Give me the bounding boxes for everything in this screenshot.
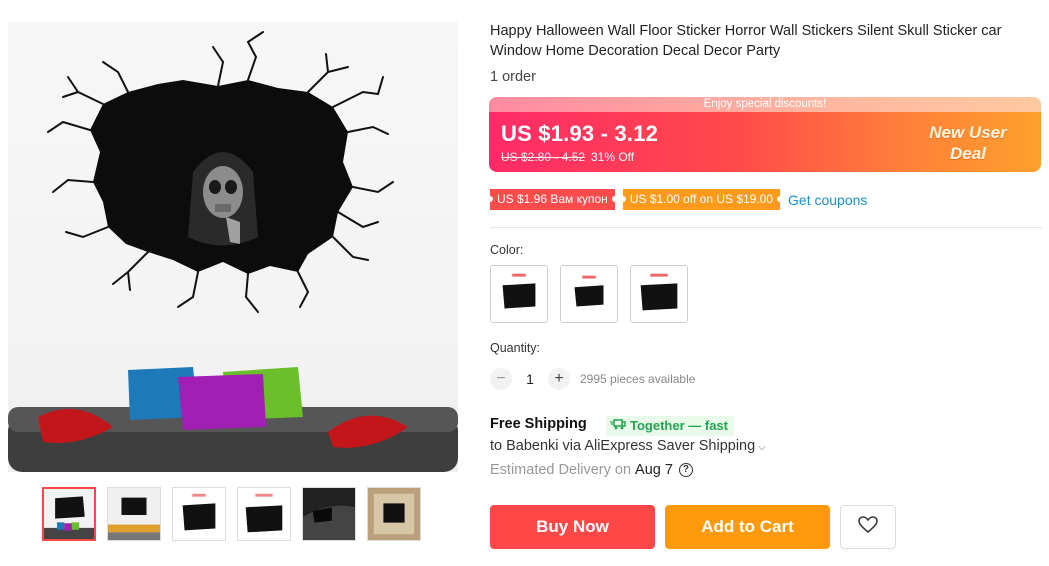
thumbnail-5[interactable]: [302, 487, 356, 541]
thumbnail-4[interactable]: [237, 487, 291, 541]
thumbnail-3[interactable]: [172, 487, 226, 541]
banner-discount-text: Enjoy special discounts!: [489, 97, 1041, 112]
together-fast-label: Together — fast: [630, 418, 728, 433]
main-product-image[interactable]: [8, 22, 458, 472]
color-label: Color:: [490, 243, 524, 257]
quantity-label: Quantity:: [490, 341, 541, 355]
thumbnail-6[interactable]: [367, 487, 421, 541]
get-coupons-link[interactable]: Get coupons: [788, 192, 867, 208]
together-fast-badge: Together — fast: [606, 416, 734, 436]
delivery-label: Estimated Delivery on: [490, 462, 632, 478]
free-shipping-title: Free Shipping: [490, 416, 587, 432]
pieces-available: 2995 pieces available: [580, 372, 696, 386]
section-divider: [490, 227, 1042, 228]
discount-percent: 31% Off: [591, 150, 635, 164]
question-icon[interactable]: ?: [678, 463, 693, 477]
thumbnail-strip: [42, 487, 421, 541]
order-count: 1 order: [490, 69, 536, 85]
current-price: US $1.93 - 3.12: [501, 121, 659, 146]
original-price: US $2.80 - 4.52: [501, 150, 586, 164]
color-option-3[interactable]: [630, 265, 688, 323]
quantity-stepper: − 1 + 2995 pieces available: [490, 368, 695, 390]
quantity-decrease-button[interactable]: −: [490, 368, 512, 390]
coupon-row: US $1.96 Вам купон US $1.00 off on US $1…: [487, 189, 867, 210]
wishlist-button[interactable]: [840, 505, 896, 549]
quantity-value[interactable]: 1: [512, 371, 548, 387]
quantity-increase-button[interactable]: +: [548, 368, 570, 390]
add-to-cart-button[interactable]: Add to Cart: [665, 505, 830, 549]
store-coupon[interactable]: US $1.96 Вам купон: [487, 189, 618, 210]
price-banner: Enjoy special discounts! US $1.93 - 3.12…: [489, 97, 1041, 172]
select-coupon[interactable]: US $1.00 off on US $19.00: [619, 189, 784, 210]
color-option-2[interactable]: [560, 265, 618, 323]
delivery-date: Aug 7: [635, 462, 673, 478]
color-option-1[interactable]: [490, 265, 548, 323]
thumbnail-1[interactable]: [42, 487, 96, 541]
buy-now-button[interactable]: Buy Now: [490, 505, 655, 549]
shipping-method[interactable]: to Babenki via AliExpress Saver Shipping…: [490, 438, 766, 454]
chevron-down-icon: ⌵: [758, 442, 766, 453]
shipping-method-text: to Babenki via AliExpress Saver Shipping: [490, 438, 756, 454]
new-user-deal-badge: New User Deal: [929, 123, 1007, 163]
truck-icon: [610, 416, 626, 436]
estimated-delivery: Estimated Delivery on Aug 7 ?: [490, 462, 693, 478]
thumbnail-2[interactable]: [107, 487, 161, 541]
product-title: Happy Halloween Wall Floor Sticker Horro…: [490, 23, 1002, 59]
color-swatches: [490, 265, 688, 323]
heart-icon: [858, 515, 878, 539]
